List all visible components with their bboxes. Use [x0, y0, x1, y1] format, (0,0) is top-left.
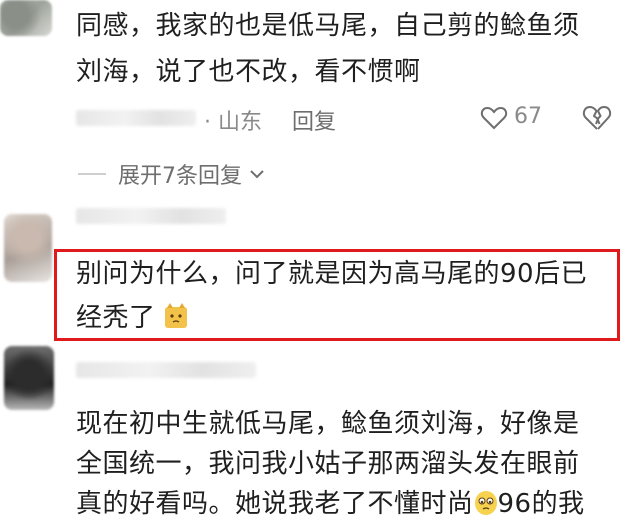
comment-text-part: 经秃了: [76, 303, 156, 333]
comment-text-line: 别问为什么，问了就是因为高马尾的90后已: [76, 259, 588, 289]
comment-text-line: 现在初中生就低马尾，鲶鱼须刘海，好像是: [76, 409, 580, 439]
teary-face-emoji-icon: [474, 491, 497, 515]
comment-text-line: 全国统一，我问我小姑子那两溜头发在眼前: [76, 449, 580, 479]
dislike-button[interactable]: [582, 104, 612, 132]
divider-line: [78, 173, 106, 175]
avatar[interactable]: [0, 0, 52, 36]
comment-text-line: 真的好看吗。她说我老了不懂时尚 96的我: [76, 484, 585, 524]
expand-replies-label: 展开7条回复: [118, 164, 242, 189]
heart-outline-icon: [480, 106, 508, 130]
cat-emoji-icon: [165, 303, 188, 328]
avatar[interactable]: [4, 214, 52, 282]
comment-text-part: 真的好看吗。她说我老了不懂时尚: [76, 489, 474, 519]
location-label: · 山东: [204, 110, 262, 135]
username-blurred: [76, 208, 226, 224]
comment-text-part: 96的我: [497, 489, 585, 519]
like-button[interactable]: [480, 104, 508, 132]
username-blurred: [76, 110, 196, 126]
reply-button[interactable]: 回复: [292, 104, 336, 136]
avatar[interactable]: [4, 346, 54, 410]
username-blurred: [76, 362, 256, 378]
expand-replies-button[interactable]: 展开7条回复: [118, 158, 268, 190]
chevron-down-icon: [250, 170, 264, 179]
comment-text-line: 刘海，说了也不改，看不惯啊: [76, 57, 421, 87]
like-count: 67: [514, 104, 542, 129]
broken-heart-icon: [582, 106, 612, 130]
comment-text-line: 同感，我家的也是低马尾，自己剪的鲶鱼须: [76, 11, 580, 41]
comment-text-line: 经秃了: [76, 298, 188, 338]
